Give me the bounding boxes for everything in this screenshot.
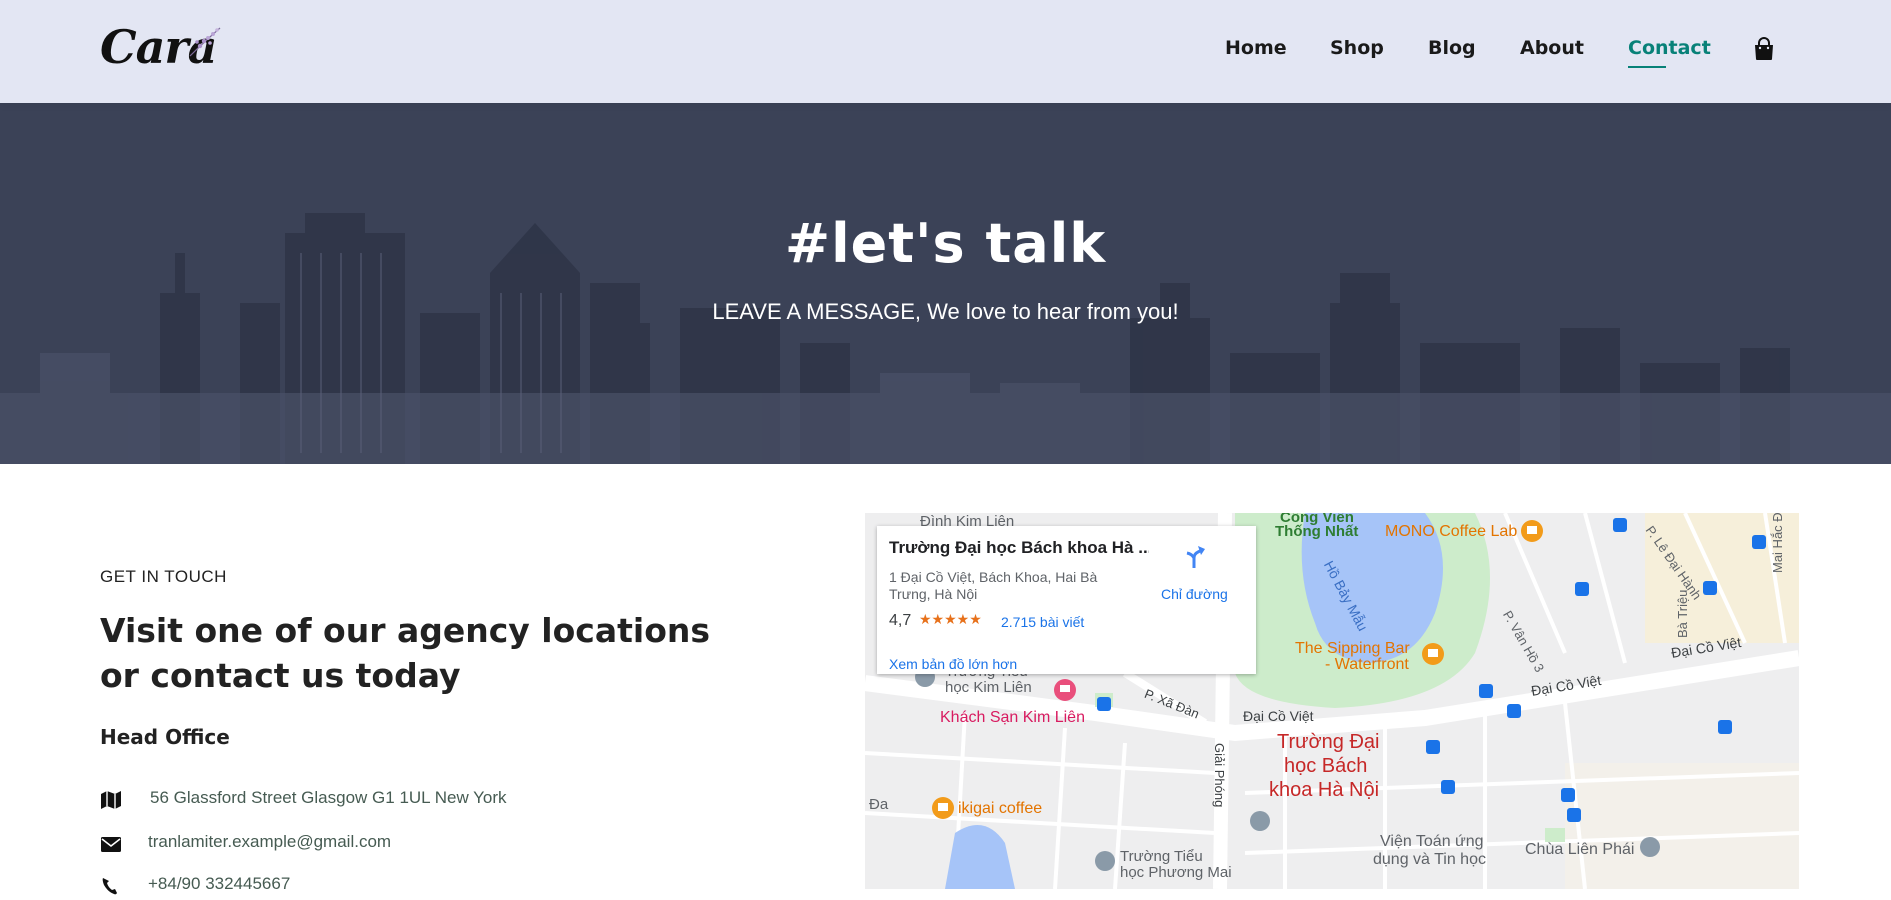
map-label: - Waterfront xyxy=(1325,656,1409,673)
head-office-heading: Head Office xyxy=(100,725,230,749)
directions-icon[interactable] xyxy=(1182,544,1208,570)
phone-icon xyxy=(102,878,117,895)
contact-email[interactable]: tranlamiter.example@gmail.com xyxy=(148,832,391,852)
nav-contact[interactable]: Contact xyxy=(1628,37,1711,68)
map-label: học Kim Liên xyxy=(945,679,1032,696)
nav-blog[interactable]: Blog xyxy=(1428,37,1476,59)
nav-home[interactable]: Home xyxy=(1225,37,1287,59)
map-label: Trường Tiểu xyxy=(1120,848,1203,865)
map-label: khoa Hà Nội xyxy=(1269,779,1380,801)
map-label: Đại Cồ Việt xyxy=(1243,708,1314,724)
nav-about[interactable]: About xyxy=(1520,37,1584,59)
view-larger-map-link[interactable]: Xem bản đồ lớn hơn xyxy=(889,656,1017,672)
hero-title: #let's talk xyxy=(784,212,1107,275)
map-icon xyxy=(101,791,121,809)
logo[interactable]: Cara xyxy=(100,18,230,78)
place-info-card: Trường Đại học Bách khoa Hà ... 1 Đại Cồ… xyxy=(877,526,1256,674)
city-skyline-image xyxy=(0,103,1891,464)
site-header: Cara Home Shop Blog About Contact xyxy=(0,0,1891,103)
lavender-sprig-icon xyxy=(189,27,221,57)
map-label: học Phương Mai xyxy=(1120,864,1232,881)
reviews-link[interactable]: 2.715 bài viết xyxy=(1001,614,1084,630)
contact-headline: Visit one of our agency locations or con… xyxy=(100,611,711,695)
map-label: Mai Hắc Đế xyxy=(1770,513,1785,573)
map-label: Thống Nhất xyxy=(1275,523,1359,540)
directions-link[interactable]: Chỉ đường xyxy=(1161,586,1228,602)
map-label: Chùa Liên Phái xyxy=(1525,841,1635,858)
place-title: Trường Đại học Bách khoa Hà ... xyxy=(889,538,1149,557)
contact-phone[interactable]: +84/90 332445667 xyxy=(148,874,290,894)
map-label: ikigai coffee xyxy=(958,800,1043,817)
map-label: dụng và Tin học xyxy=(1373,851,1486,868)
map-label: Bà Triệu xyxy=(1675,589,1690,638)
nav-active-underline xyxy=(1628,66,1666,68)
contact-eyebrow: GET IN TOUCH xyxy=(100,567,227,586)
hero-subtitle: LEAVE A MESSAGE, We love to hear from yo… xyxy=(712,299,1179,324)
envelope-icon xyxy=(101,837,121,852)
nav-shop[interactable]: Shop xyxy=(1330,37,1384,59)
map-label: học Bách xyxy=(1284,755,1368,777)
place-address: 1 Đại Cồ Việt, Bách Khoa, Hai Bà Trưng, … xyxy=(889,569,1098,602)
map-label: MONO Coffee Lab xyxy=(1385,523,1518,540)
place-rating: 4,7 xyxy=(889,612,912,629)
map-label: Trường Đại xyxy=(1277,731,1380,753)
map-label: Khách Sạn Kim Liên xyxy=(940,709,1085,726)
google-map-embed[interactable]: Đình Kim Liên Công Viên Thống Nhất Hồ Bả… xyxy=(865,513,1799,889)
contact-address: 56 Glassford Street Glasgow G1 1UL New Y… xyxy=(150,788,507,807)
nav-contact-label: Contact xyxy=(1628,37,1711,59)
rating-stars-icon: ★★★★★ xyxy=(919,612,982,628)
hero-banner: #let's talk LEAVE A MESSAGE, We love to … xyxy=(0,103,1891,464)
shopping-bag-icon[interactable] xyxy=(1753,37,1775,61)
map-label: Đa xyxy=(869,796,889,813)
map-label: Viện Toán ứng xyxy=(1380,833,1484,850)
map-label: Giải Phóng xyxy=(1212,743,1227,808)
